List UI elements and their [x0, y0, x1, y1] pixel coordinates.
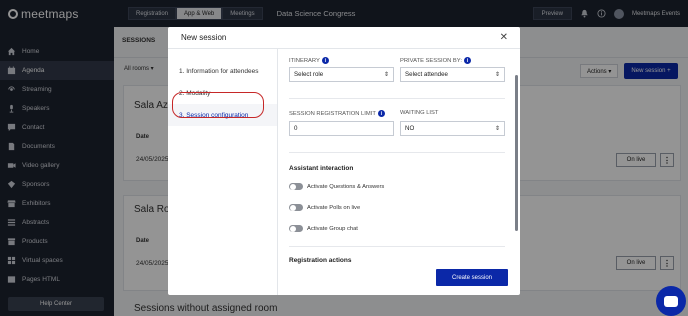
section-divider [289, 246, 505, 247]
support-chat-button[interactable] [656, 286, 686, 316]
updown-caret-icon: ⇕ [494, 126, 500, 132]
itinerary-select[interactable]: Select role ⇕ [289, 67, 394, 82]
private-session-label-text: PRIVATE SESSION BY: [400, 57, 462, 64]
toggle-row-qa: Activate Questions & Answers [289, 183, 384, 190]
qa-toggle-label: Activate Questions & Answers [307, 183, 385, 190]
section-divider [289, 98, 505, 99]
waiting-list-select[interactable]: NO ⇕ [400, 121, 505, 136]
section-divider [289, 152, 505, 153]
create-session-button[interactable]: Create session [436, 269, 508, 286]
qa-toggle[interactable] [289, 183, 303, 190]
registration-limit-label-text: SESSION REGISTRATION LIMIT [289, 110, 376, 117]
new-session-modal: New session ✕ 1. Information for attende… [168, 27, 520, 295]
itinerary-value: Select role [294, 71, 324, 78]
toggle-row-group-chat: Activate Group chat [289, 225, 358, 232]
polls-toggle[interactable] [289, 204, 303, 211]
registration-limit-label: SESSION REGISTRATION LIMIT i [289, 110, 385, 117]
itinerary-label: ITINERARY i [289, 57, 329, 64]
updown-caret-icon: ⇕ [383, 72, 389, 78]
assistant-interaction-title: Assistant interaction [289, 165, 354, 172]
registration-limit-input[interactable]: 0 [289, 121, 394, 136]
registration-actions-title: Registration actions [289, 257, 352, 264]
waiting-list-label: WAITING LIST [400, 110, 439, 116]
modal-title: New session [181, 33, 227, 42]
waiting-list-value: NO [405, 125, 415, 132]
modal-header: New session ✕ [168, 27, 520, 49]
private-session-label: PRIVATE SESSION BY: i [400, 57, 471, 64]
info-icon[interactable]: i [321, 57, 329, 64]
private-session-value: Select attendee [405, 71, 449, 78]
modal-scrollbar[interactable] [515, 75, 518, 231]
group-chat-toggle-label: Activate Group chat [307, 225, 358, 232]
close-icon[interactable]: ✕ [500, 32, 508, 43]
chat-icon [664, 295, 678, 307]
toggle-row-polls: Activate Polls on live [289, 204, 360, 211]
group-chat-toggle[interactable] [289, 225, 303, 232]
private-session-select[interactable]: Select attendee ⇕ [400, 67, 505, 82]
updown-caret-icon: ⇕ [494, 72, 500, 78]
steps-nav: 1. Information for attendees 2. Modality… [168, 49, 278, 295]
itinerary-label-text: ITINERARY [289, 57, 320, 64]
info-icon[interactable]: i [463, 57, 471, 64]
info-icon[interactable]: i [377, 110, 385, 117]
session-config-form: ITINERARY i Select role ⇕ PRIVATE SESSIO… [289, 57, 505, 295]
highlight-annotation [172, 92, 264, 118]
step-information[interactable]: 1. Information for attendees [168, 60, 277, 82]
registration-limit-value: 0 [294, 125, 298, 132]
polls-toggle-label: Activate Polls on live [307, 204, 361, 211]
